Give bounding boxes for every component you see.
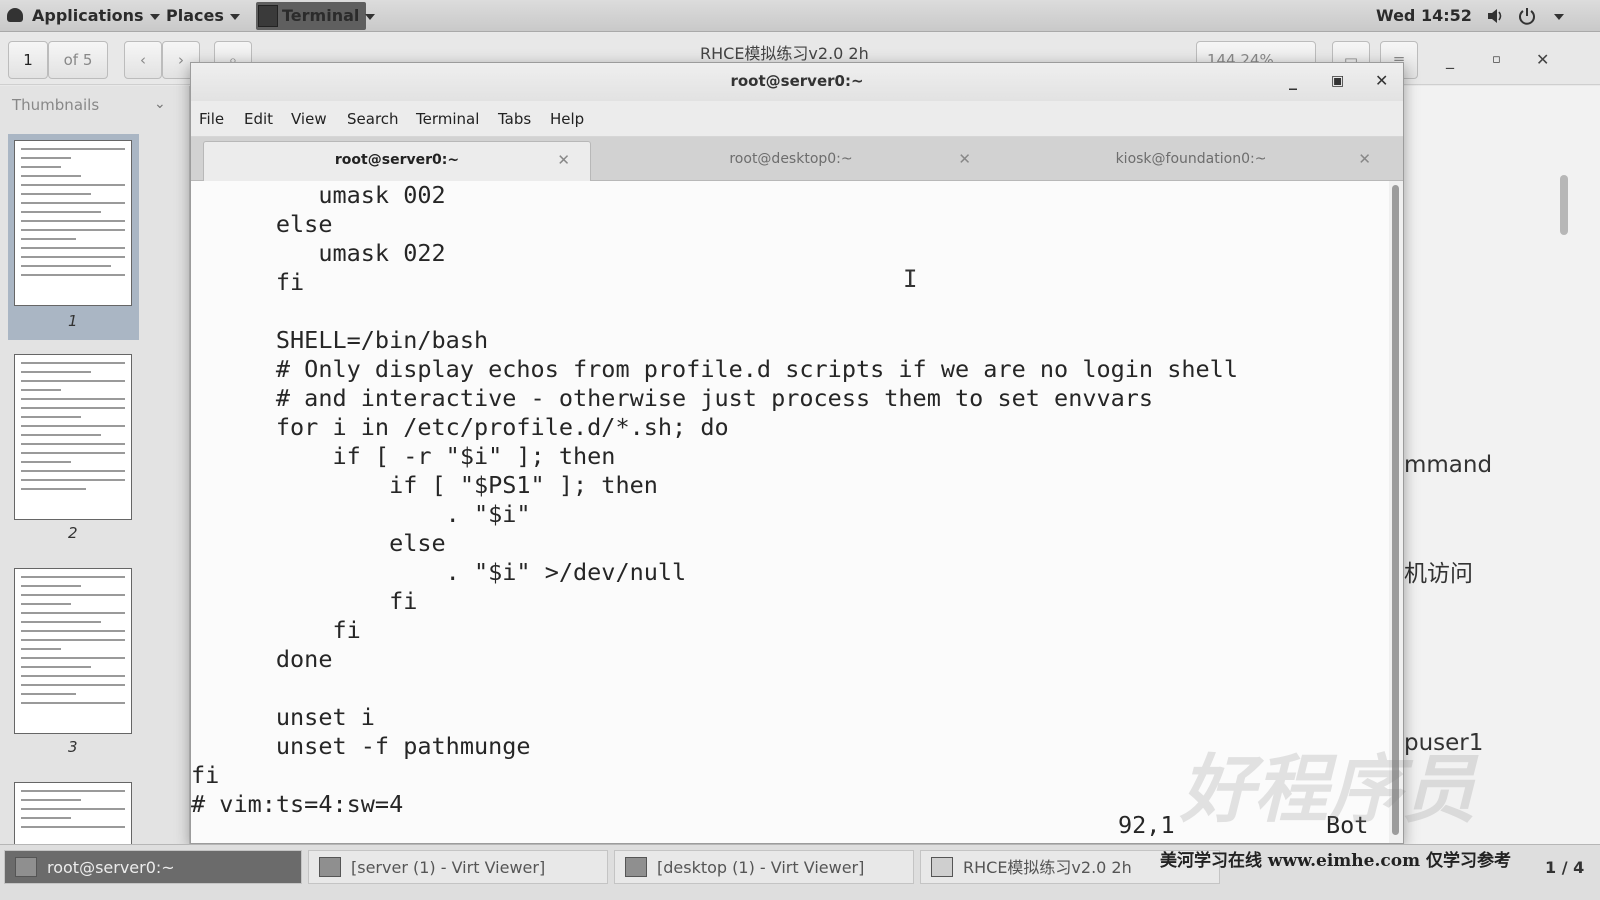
close-tab-icon[interactable]: ✕ bbox=[958, 150, 971, 168]
terminal-app-menu-label: Terminal bbox=[282, 6, 360, 25]
terminal-menubar: File Edit View Search Terminal Tabs Help bbox=[191, 101, 1403, 137]
task-root-server0[interactable]: root@server0:~ bbox=[4, 850, 302, 884]
thumbnail-number: 2 bbox=[68, 524, 78, 542]
task-desktop-virt-viewer[interactable]: [desktop (1) - Virt Viewer] bbox=[614, 850, 914, 884]
terminal-tab-bar: root@server0:~ ✕ root@desktop0:~ ✕ kiosk… bbox=[191, 137, 1403, 181]
terminal-line: else bbox=[191, 529, 446, 557]
terminal-line: else bbox=[191, 210, 333, 238]
page-thumbnail-3[interactable] bbox=[14, 568, 132, 734]
terminal-window: root@server0:~ _ ▣ ✕ File Edit View Sear… bbox=[190, 62, 1404, 844]
watermark-caption: 美河学习在线 www.eimhe.com 仅学习参考 bbox=[1160, 851, 1511, 871]
chevron-right-icon: › bbox=[178, 51, 184, 69]
terminal-line: unset -f pathmunge bbox=[191, 732, 531, 760]
terminal-line: done bbox=[191, 645, 333, 673]
page-thumbnail-1[interactable] bbox=[14, 140, 132, 306]
thumbnail-number: 3 bbox=[68, 738, 78, 756]
terminal-line: umask 002 bbox=[191, 181, 446, 209]
document-scrollbar[interactable] bbox=[1560, 175, 1568, 235]
document-text-fragment: 机访问 bbox=[1404, 561, 1473, 587]
terminal-line: # vim:ts=4:sw=4 bbox=[191, 790, 404, 818]
terminal-line: fi bbox=[191, 616, 361, 644]
monitor-icon bbox=[625, 857, 647, 877]
terminal-line: if [ "$PS1" ]; then bbox=[191, 471, 658, 499]
viewer-window-title: RHCE模拟练习v2.0 2h bbox=[700, 44, 869, 63]
tab-label: root@desktop0:~ bbox=[729, 151, 853, 167]
terminal-app-menu[interactable]: Terminal bbox=[282, 0, 376, 32]
viewer-minimize-button[interactable]: _ bbox=[1446, 50, 1454, 69]
top-panel: Applications Places Terminal Wed 14:52 bbox=[0, 0, 1600, 32]
menu-terminal[interactable]: Terminal bbox=[416, 110, 479, 128]
menu-edit[interactable]: Edit bbox=[244, 110, 273, 128]
page-count: of 5 bbox=[48, 41, 108, 79]
terminal-line: unset i bbox=[191, 703, 375, 731]
tab-root-desktop0[interactable]: root@desktop0:~ ✕ bbox=[591, 141, 991, 181]
viewer-close-button[interactable]: ✕ bbox=[1536, 50, 1549, 69]
page-thumbnail-2[interactable] bbox=[14, 354, 132, 520]
terminal-window-title: root@server0:~ bbox=[730, 72, 864, 90]
viewer-maximize-button[interactable]: ▫ bbox=[1492, 52, 1501, 67]
terminal-close-button[interactable]: ✕ bbox=[1375, 71, 1388, 90]
task-label: [server (1) - Virt Viewer] bbox=[351, 858, 546, 877]
power-icon[interactable] bbox=[1518, 7, 1536, 25]
chevron-down-icon bbox=[229, 13, 240, 20]
thumbnail-number: 1 bbox=[68, 312, 78, 330]
terminal-line: SHELL=/bin/bash bbox=[191, 326, 489, 354]
task-server-virt-viewer[interactable]: [server (1) - Virt Viewer] bbox=[308, 850, 608, 884]
vim-cursor-position: 92,1 bbox=[1118, 811, 1175, 839]
tab-root-server0[interactable]: root@server0:~ ✕ bbox=[203, 141, 591, 181]
tab-kiosk-foundation0[interactable]: kiosk@foundation0:~ ✕ bbox=[991, 141, 1391, 181]
sidebar-mode-label[interactable]: Thumbnails bbox=[12, 96, 99, 114]
menu-file[interactable]: File bbox=[199, 110, 224, 128]
chevron-down-icon bbox=[149, 13, 160, 20]
menu-view[interactable]: View bbox=[291, 110, 327, 128]
task-label: [desktop (1) - Virt Viewer] bbox=[657, 858, 865, 877]
close-tab-icon[interactable]: ✕ bbox=[557, 151, 570, 169]
system-menu-chevron-icon[interactable] bbox=[1554, 14, 1564, 20]
terminal-maximize-button[interactable]: ▣ bbox=[1331, 73, 1344, 89]
terminal-line: fi bbox=[191, 268, 305, 296]
gnome-foot-icon bbox=[7, 8, 23, 22]
terminal-icon bbox=[15, 857, 37, 877]
terminal-line: umask 022 bbox=[191, 239, 446, 267]
terminal-line: # and interactive - otherwise just proce… bbox=[191, 384, 1154, 412]
chevron-down-icon bbox=[365, 13, 376, 20]
terminal-titlebar[interactable]: root@server0:~ _ ▣ ✕ bbox=[191, 63, 1403, 101]
terminal-line: fi bbox=[191, 761, 220, 789]
menu-help[interactable]: Help bbox=[550, 110, 584, 128]
places-menu-label: Places bbox=[166, 6, 224, 25]
text-cursor-icon: I bbox=[903, 265, 918, 293]
menu-search[interactable]: Search bbox=[347, 110, 399, 128]
terminal-line: if [ -r "$i" ]; then bbox=[191, 442, 616, 470]
terminal-line: fi bbox=[191, 587, 418, 615]
terminal-line: . "$i" >/dev/null bbox=[191, 558, 687, 586]
tab-label: root@server0:~ bbox=[334, 152, 460, 168]
chevron-down-icon[interactable]: ⌄ bbox=[154, 96, 166, 112]
places-menu[interactable]: Places bbox=[166, 0, 240, 32]
chevron-left-icon: ‹ bbox=[140, 51, 146, 69]
terminal-line: for i in /etc/profile.d/*.sh; do bbox=[191, 413, 729, 441]
workspace-indicator[interactable]: 1 / 4 bbox=[1545, 858, 1584, 877]
task-label: RHCE模拟练习v2.0 2h bbox=[963, 858, 1132, 877]
terminal-app-icon bbox=[258, 5, 278, 27]
task-label: root@server0:~ bbox=[47, 858, 175, 877]
page-number-input[interactable]: 1 bbox=[8, 41, 48, 79]
terminal-line: # Only display echos from profile.d scri… bbox=[191, 355, 1238, 383]
terminal-line: . "$i" bbox=[191, 500, 531, 528]
volume-icon[interactable] bbox=[1486, 7, 1504, 25]
thumbnails-sidebar: Thumbnails ⌄ 1 2 3 bbox=[0, 86, 190, 862]
tab-label: kiosk@foundation0:~ bbox=[1115, 151, 1267, 167]
monitor-icon bbox=[319, 857, 341, 877]
applications-menu-label: Applications bbox=[32, 6, 144, 25]
document-text-fragment: mmand bbox=[1404, 452, 1493, 478]
menu-tabs[interactable]: Tabs bbox=[498, 110, 531, 128]
terminal-minimize-button[interactable]: _ bbox=[1289, 71, 1297, 90]
close-tab-icon[interactable]: ✕ bbox=[1358, 150, 1371, 168]
watermark-logo: 好程序员 bbox=[1180, 747, 1476, 833]
document-viewer-icon bbox=[931, 857, 953, 877]
clock[interactable]: Wed 14:52 bbox=[1376, 0, 1472, 32]
previous-page-button[interactable]: ‹ bbox=[124, 41, 162, 79]
applications-menu[interactable]: Applications bbox=[32, 0, 160, 32]
